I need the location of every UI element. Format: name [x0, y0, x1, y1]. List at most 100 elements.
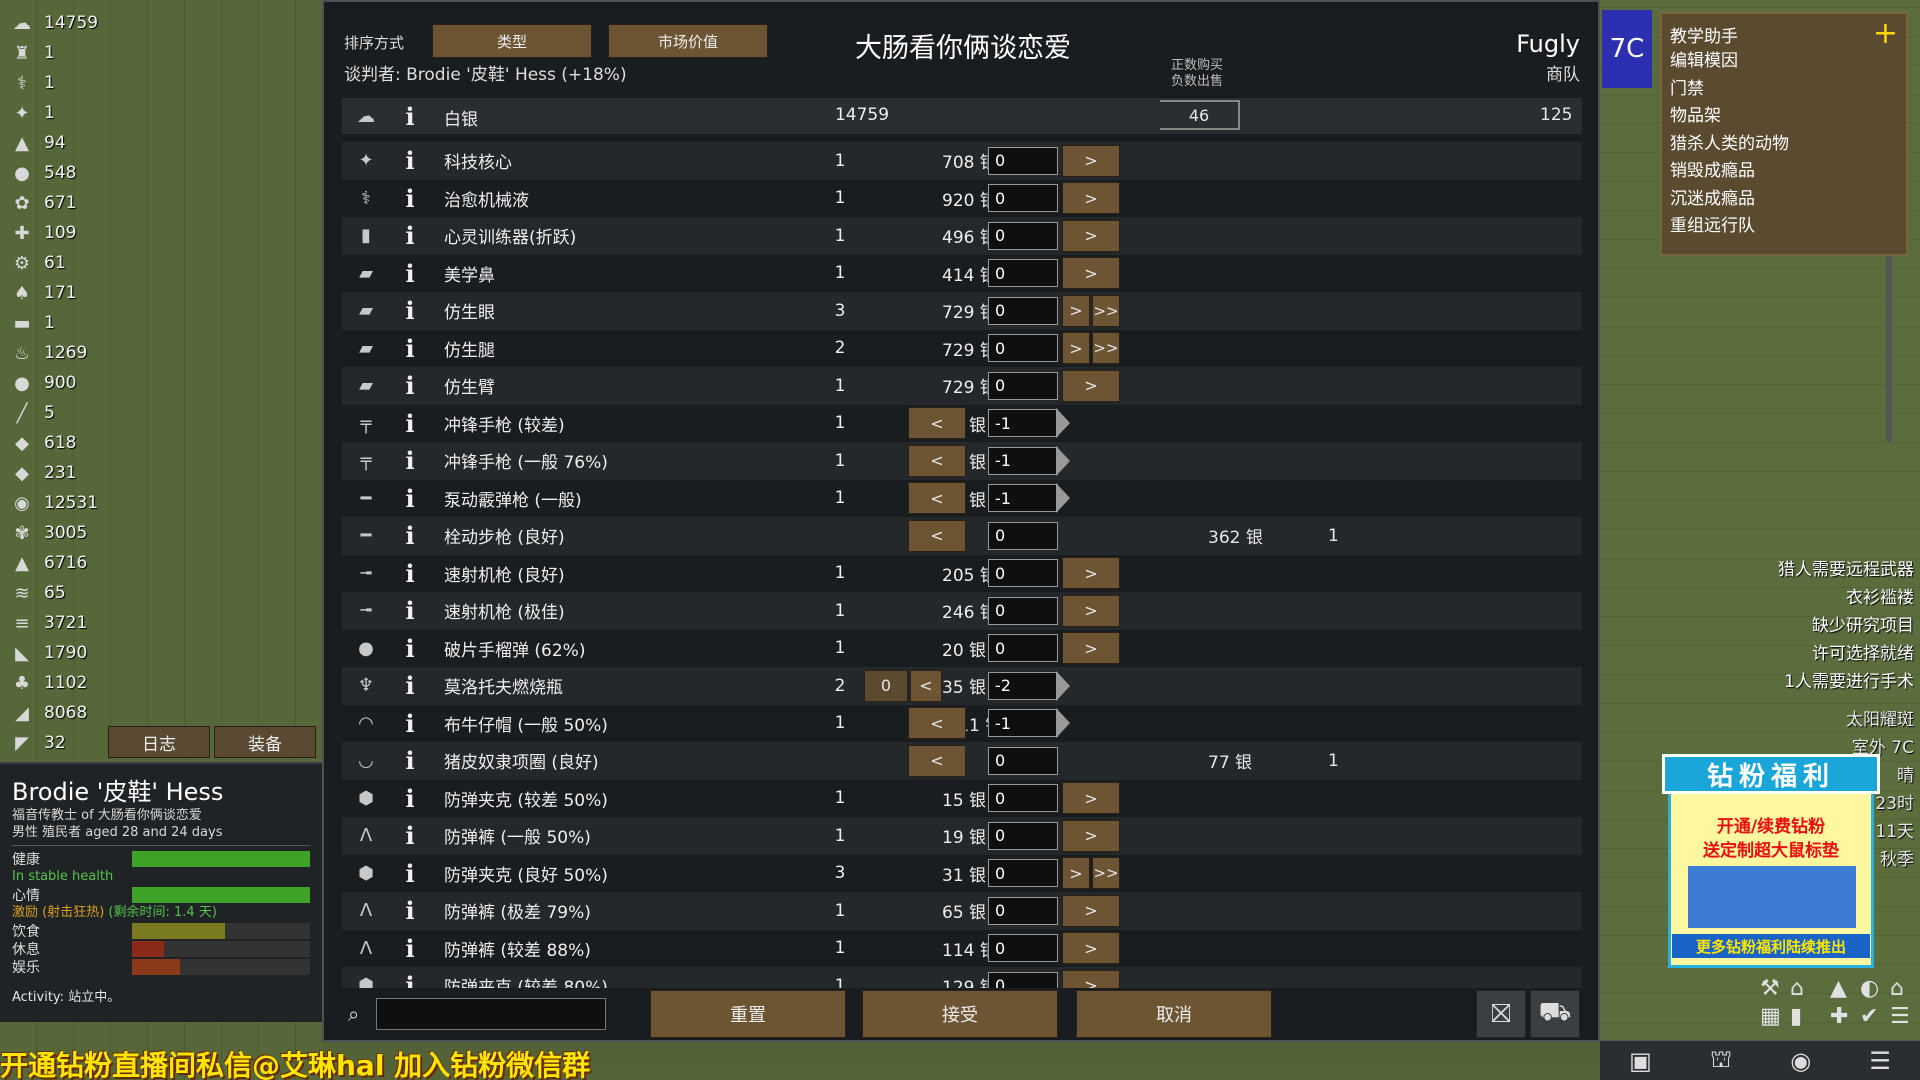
- learning-item[interactable]: 销毁成瘾品: [1670, 158, 1898, 186]
- buy-all-button[interactable]: >>: [1092, 332, 1120, 365]
- resource-row[interactable]: ♜ 1: [8, 38, 118, 68]
- resource-row[interactable]: ● 900: [8, 368, 118, 398]
- buy-one-button[interactable]: >: [1062, 144, 1120, 177]
- cart-icon[interactable]: ⛟: [1530, 990, 1580, 1038]
- sell-one-button[interactable]: <: [908, 519, 966, 552]
- info-button[interactable]: i: [390, 146, 430, 175]
- building-icon[interactable]: ⌂: [1790, 976, 1804, 1001]
- need-food[interactable]: 饮食: [12, 922, 310, 940]
- transfer-input[interactable]: -2: [988, 671, 1058, 700]
- trade-row[interactable]: ▰ i 美学鼻 1 414 银 0 >: [342, 255, 1582, 293]
- zone-icon[interactable]: ✚: [1830, 1004, 1848, 1029]
- info-button[interactable]: i: [390, 671, 430, 700]
- check-icon[interactable]: ✔: [1860, 1004, 1878, 1029]
- resource-row[interactable]: ◤ 32: [8, 728, 118, 758]
- info-button[interactable]: i: [390, 334, 430, 363]
- trade-row[interactable]: ⬢ i 防弹夹克 (较差 50%) 1 15 银 0 >: [342, 780, 1582, 818]
- info-button[interactable]: i: [390, 746, 430, 775]
- info-button[interactable]: i: [390, 259, 430, 288]
- buy-one-button[interactable]: >: [1062, 257, 1120, 290]
- transfer-input[interactable]: -1: [988, 446, 1058, 475]
- info-button[interactable]: i: [390, 184, 430, 213]
- transfer-input[interactable]: 0: [988, 296, 1058, 325]
- sell-one-button[interactable]: <: [908, 744, 966, 777]
- transfer-input[interactable]: 0: [988, 184, 1058, 213]
- learning-item[interactable]: 沉迷成瘾品: [1670, 186, 1898, 214]
- need-health[interactable]: 健康: [12, 850, 310, 868]
- trade-row[interactable]: ◡ i 猪皮奴隶项圈 (良好) <0 77 银 1: [342, 742, 1582, 780]
- resource-row[interactable]: ♨ 1269: [8, 338, 118, 368]
- need-rest[interactable]: 休息: [12, 940, 310, 958]
- globe-icon[interactable]: ◐: [1860, 976, 1879, 1001]
- transfer-input[interactable]: 0: [988, 259, 1058, 288]
- resource-row[interactable]: ◆ 618: [8, 428, 118, 458]
- info-button[interactable]: i: [390, 859, 430, 888]
- menu-icon[interactable]: ☰: [1869, 1047, 1891, 1075]
- accept-button[interactable]: 接受: [862, 990, 1058, 1038]
- resource-row[interactable]: ♣ 1102: [8, 668, 118, 698]
- factions-icon[interactable]: ⛫: [1710, 1045, 1732, 1076]
- colonist-name[interactable]: Brodie '皮鞋' Hess: [12, 772, 310, 807]
- trade-row[interactable]: ╤i冲锋手枪 (一般 76%)124 银<-1: [342, 442, 1582, 480]
- plus-icon[interactable]: +: [1873, 19, 1898, 49]
- buy-one-button[interactable]: >: [1062, 182, 1120, 215]
- buy-one-button[interactable]: >: [1062, 369, 1120, 402]
- resource-row[interactable]: ◢ 8068: [8, 698, 118, 728]
- info-button[interactable]: i: [390, 484, 430, 513]
- trade-row[interactable]: ╼ i 速射机枪 (极佳) 1 246 银 0 >: [342, 592, 1582, 630]
- trade-row[interactable]: ● i 破片手榴弹 (62%) 1 20 银 0 >: [342, 630, 1582, 668]
- transfer-input[interactable]: 0: [988, 896, 1058, 925]
- transfer-input[interactable]: 0: [988, 596, 1058, 625]
- info-button[interactable]: i: [390, 102, 430, 131]
- buy-one-button[interactable]: >: [1062, 894, 1120, 927]
- trade-row[interactable]: ▰ i 仿生腿 2 729 银 0 > >>: [342, 330, 1582, 368]
- transfer-input[interactable]: 0: [988, 146, 1058, 175]
- info-button[interactable]: i: [390, 596, 430, 625]
- transfer-input[interactable]: -1: [988, 484, 1058, 513]
- info-button[interactable]: i: [390, 634, 430, 663]
- resource-row[interactable]: ☁ 14759: [8, 8, 118, 38]
- trade-row[interactable]: Λi 防弹裤 (一般 50%) 1 19 银 0 >: [342, 817, 1582, 855]
- transfer-input[interactable]: 0: [988, 971, 1058, 988]
- trade-row[interactable]: ⬢ i 防弹夹克 (良好 50%) 3 31 银 0 > >>: [342, 855, 1582, 893]
- sell-one-button[interactable]: <: [908, 707, 966, 740]
- resource-row[interactable]: ▲ 94: [8, 128, 118, 158]
- resource-row[interactable]: ● 548: [8, 158, 118, 188]
- buy-one-button[interactable]: >: [1062, 294, 1090, 327]
- trade-row[interactable]: ▰ i 仿生臂 1 729 银 0 >: [342, 367, 1582, 405]
- info-button[interactable]: i: [390, 971, 430, 988]
- info-button[interactable]: i: [390, 521, 430, 550]
- resource-row[interactable]: ≡ 3721: [8, 608, 118, 638]
- transfer-input[interactable]: 0: [988, 934, 1058, 963]
- buy-one-button[interactable]: >: [1062, 632, 1120, 665]
- sell-one-button[interactable]: <: [908, 407, 966, 440]
- alert-item[interactable]: 猎人需要远程武器: [1778, 556, 1914, 584]
- cancel-button[interactable]: 取消: [1076, 990, 1272, 1038]
- gift-icon[interactable]: ⛝: [1476, 990, 1526, 1038]
- learning-item[interactable]: 重组远行队: [1670, 213, 1898, 241]
- buy-one-button[interactable]: >: [1062, 857, 1090, 890]
- resource-row[interactable]: ✾ 3005: [8, 518, 118, 548]
- info-button[interactable]: i: [390, 784, 430, 813]
- trade-row[interactable]: ━ i 栓动步枪 (良好) <0 362 银 1: [342, 517, 1582, 555]
- info-button[interactable]: i: [390, 559, 430, 588]
- buy-one-button[interactable]: >: [1062, 969, 1120, 988]
- resource-row[interactable]: ✚ 109: [8, 218, 118, 248]
- trade-row[interactable]: ◠ i 布牛仔帽 (一般 50%) 1 3.11 银 < -1: [342, 705, 1582, 743]
- trade-row[interactable]: ╼ i 速射机枪 (良好) 1 205 银 0 >: [342, 555, 1582, 593]
- buy-one-button[interactable]: >: [1062, 819, 1120, 852]
- learning-item[interactable]: 猎杀人类的动物: [1670, 131, 1898, 159]
- info-button[interactable]: i: [390, 296, 430, 325]
- buy-one-button[interactable]: >: [1062, 332, 1090, 365]
- alert-item[interactable]: 许可选择就绪: [1778, 640, 1914, 668]
- alert-item[interactable]: 1人需要进行手术: [1778, 668, 1914, 696]
- resource-row[interactable]: ▲ 6716: [8, 548, 118, 578]
- transfer-input[interactable]: 0: [988, 371, 1058, 400]
- home-icon[interactable]: ⌂: [1890, 976, 1904, 1001]
- alert-item[interactable]: 衣衫褴褛: [1778, 584, 1914, 612]
- trade-row[interactable]: ⚕ i 治愈机械液 1 920 银 0 >: [342, 180, 1582, 218]
- info-button[interactable]: i: [390, 409, 430, 438]
- learning-item[interactable]: 门禁: [1670, 76, 1898, 104]
- reset-button[interactable]: 重置: [650, 990, 846, 1038]
- resource-row[interactable]: ♠ 171: [8, 278, 118, 308]
